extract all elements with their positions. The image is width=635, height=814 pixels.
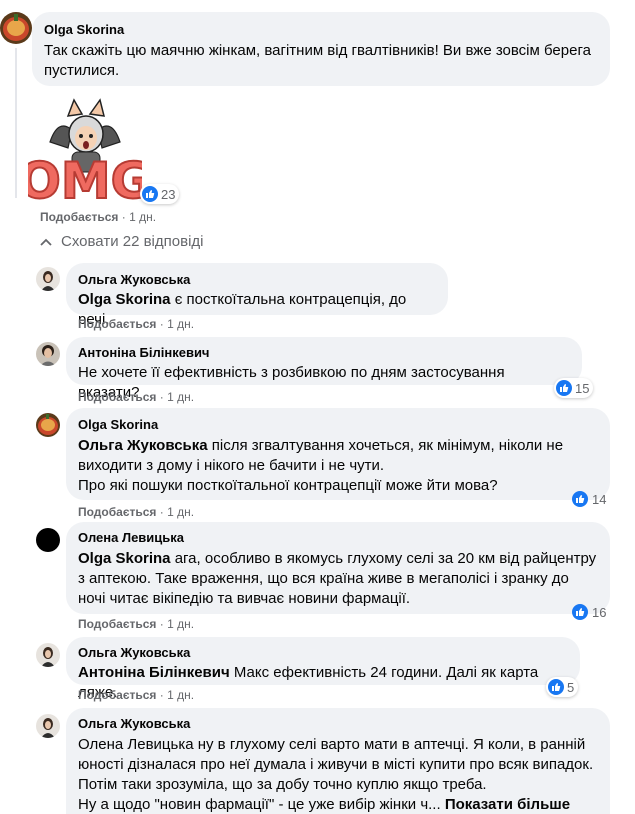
reply-text-line: юності дізналася про неї думала і живучи… xyxy=(78,756,594,773)
reply-bubble: Olga Skorina Ольга Жуковська після згвал… xyxy=(66,408,610,500)
comment-author[interactable]: Olga Skorina xyxy=(44,21,598,38)
mention-link[interactable]: Ольга Жуковська xyxy=(78,437,208,454)
reply-bubble: Ольга Жуковська Olga Skorina є посткоїта… xyxy=(66,263,448,328)
like-icon xyxy=(572,491,588,507)
reply-bubble: Ольга Жуковська Олена Левицька ну в глух… xyxy=(66,708,610,814)
avatar-olha-zhukovska[interactable] xyxy=(36,267,60,291)
mention-link[interactable]: Антоніна Білінкевич xyxy=(78,664,230,681)
see-more-link[interactable]: Показати більше xyxy=(445,796,570,813)
like-link[interactable]: Подобається xyxy=(78,505,156,519)
reply-bubble: Ольга Жуковська Антоніна Білінкевич Макс… xyxy=(66,637,580,701)
reaction-count[interactable]: 14 xyxy=(572,491,606,507)
reply-author[interactable]: Антоніна Білінкевич xyxy=(78,344,570,361)
omg-sticker: OMG xyxy=(17,98,153,211)
timestamp[interactable]: 1 дн. xyxy=(167,317,194,331)
reply-meta: Подобається · 1 дн. xyxy=(78,390,195,404)
reply-bubble: Олена Левицька Olga Skorina ага, особлив… xyxy=(66,522,610,614)
comment-bubble: Olga Skorina Так скажіть цю маячню жінка… xyxy=(32,12,610,86)
reply-text-line: Олена Левицька ну в глухому селі варто м… xyxy=(78,736,586,753)
comment-text-line: пустилися. xyxy=(44,62,120,79)
timestamp[interactable]: 1 дн. xyxy=(167,505,194,519)
reply-text: Ольга Жуковська після згвалтування хочет… xyxy=(78,437,564,454)
hide-replies-button[interactable]: Сховати 22 відповіді xyxy=(40,233,204,250)
reply-author[interactable]: Ольга Жуковська xyxy=(78,715,598,732)
timestamp[interactable]: 1 дн. xyxy=(167,688,194,702)
reaction-count[interactable]: 5 xyxy=(546,677,579,697)
timestamp[interactable]: 1 дн. xyxy=(129,210,156,224)
avatar-olga-skorina[interactable] xyxy=(0,12,32,44)
chevron-up-icon xyxy=(40,233,52,250)
reaction-count-value: 23 xyxy=(161,186,176,202)
avatar-olga-skorina[interactable] xyxy=(36,413,60,437)
reply-meta: Подобається · 1 дн. xyxy=(78,617,195,631)
like-link[interactable]: Подобається xyxy=(78,390,156,404)
thread-line xyxy=(15,48,17,198)
avatar-olha-zhukovska[interactable] xyxy=(36,643,60,667)
reply-text-line: з аптекою. Таке враження, що вся країна … xyxy=(78,570,569,587)
reply-meta: Подобається · 1 дн. xyxy=(78,688,195,702)
reaction-count-value: 5 xyxy=(567,679,575,695)
svg-text:OMG: OMG xyxy=(28,152,142,204)
reaction-count-value: 14 xyxy=(592,491,607,507)
reaction-count[interactable]: 23 xyxy=(140,184,180,204)
reaction-count[interactable]: 15 xyxy=(554,378,594,398)
hide-replies-label: Сховати 22 відповіді xyxy=(61,233,204,250)
reply-author[interactable]: Ольга Жуковська xyxy=(78,644,568,661)
comment-meta: Подобається · 1 дн. xyxy=(40,210,157,224)
reply-text: Olga Skorina ага, особливо в якомусь глу… xyxy=(78,550,597,567)
like-link[interactable]: Подобається xyxy=(78,317,156,331)
like-icon xyxy=(548,679,564,695)
reply-text-line: Ну а щодо "новин фармації" - це уже вибі… xyxy=(78,796,571,813)
reply-author[interactable]: Ольга Жуковська xyxy=(78,271,436,288)
avatar-olena-levytska[interactable] xyxy=(36,528,60,552)
avatar-olha-zhukovska[interactable] xyxy=(36,714,60,738)
like-icon xyxy=(556,380,572,396)
avatar-antonina-bilinkevych[interactable] xyxy=(36,342,60,366)
timestamp[interactable]: 1 дн. xyxy=(167,390,194,404)
reply-text-line: виходити з дому і нікого не бачити і не … xyxy=(78,457,385,474)
like-link[interactable]: Подобається xyxy=(78,688,156,702)
like-icon xyxy=(142,186,158,202)
timestamp[interactable]: 1 дн. xyxy=(167,617,194,631)
like-link[interactable]: Подобається xyxy=(78,617,156,631)
reply-text-line: Потім таки зрозуміла, що за добу точно к… xyxy=(78,776,487,793)
reply-text-line: Про які пошуки посткоїтальної контрацепц… xyxy=(78,477,498,494)
like-icon xyxy=(572,604,588,620)
reaction-count-value: 16 xyxy=(592,604,607,620)
comment-text-line: Так скажіть цю маячню жінкам, вагітним в… xyxy=(44,42,591,59)
mention-link[interactable]: Olga Skorina xyxy=(78,550,171,567)
reply-author[interactable]: Olga Skorina xyxy=(78,416,598,433)
reply-bubble: Антоніна Білінкевич Не хочете її ефектив… xyxy=(66,337,582,401)
reaction-count-value: 15 xyxy=(575,380,590,396)
reply-meta: Подобається · 1 дн. xyxy=(78,505,195,519)
reply-text-line: ночі читає вікіпедію та вивчає новини фа… xyxy=(78,590,411,607)
reply-author[interactable]: Олена Левицька xyxy=(78,529,598,546)
mention-link[interactable]: Olga Skorina xyxy=(78,291,171,308)
reply-meta: Подобається · 1 дн. xyxy=(78,317,195,331)
reaction-count[interactable]: 16 xyxy=(572,604,606,620)
like-link[interactable]: Подобається xyxy=(40,210,118,224)
